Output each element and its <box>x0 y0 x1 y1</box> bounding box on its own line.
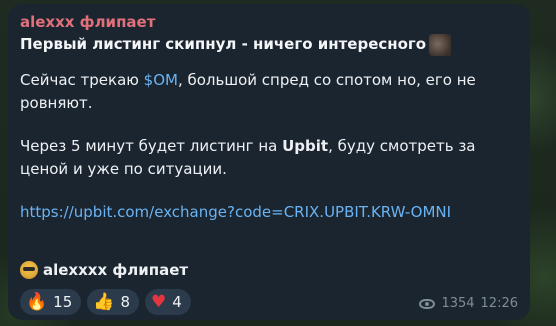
thumbs-up-icon: 👍 <box>93 291 115 312</box>
heart-icon: ♥ <box>150 291 167 312</box>
reaction-fire[interactable]: 🔥 15 <box>20 289 82 315</box>
eye-icon <box>419 298 436 309</box>
message-bubble: alexxx флипает Первый листинг скипнул - … <box>8 4 530 320</box>
upbit-link[interactable]: https://upbit.com/exchange?code=CRIX.UPB… <box>20 203 451 221</box>
post-headline-text: Первый листинг скипнул - ничего интересн… <box>20 34 427 53</box>
reaction-heart[interactable]: ♥ 4 <box>144 289 191 315</box>
p2-text-a: Через 5 минут будет листинг на <box>20 137 283 155</box>
message-time: 12:26 <box>480 296 518 311</box>
reactions-bar: 🔥 15 👍 8 ♥ 4 <box>20 289 191 315</box>
message-meta: 1354 12:26 <box>419 296 518 311</box>
reaction-count: 15 <box>53 293 73 311</box>
signature-text: alexxxx флипает <box>43 261 189 279</box>
custom-emoji-icon <box>429 34 452 56</box>
reaction-count: 8 <box>120 293 130 311</box>
exchange-name: Upbit <box>282 137 329 155</box>
ticker-cashtag[interactable]: $OM <box>144 71 178 89</box>
p1-text-a: Сейчас трекаю <box>20 71 144 89</box>
post-paragraph-2: Через 5 минут будет листинг на Upbit, бу… <box>20 135 518 181</box>
view-count: 1354 <box>441 296 475 311</box>
fire-icon: 🔥 <box>26 291 48 312</box>
post-signature: alexxxx флипает <box>20 261 188 279</box>
post-paragraph-1: Сейчас трекаю $OM, большой спред со спот… <box>20 69 518 115</box>
sunglasses-emoji-icon <box>20 261 38 279</box>
channel-author-name[interactable]: alexxx флипает <box>20 13 518 32</box>
reaction-count: 4 <box>172 293 182 311</box>
post-paragraph-3: https://upbit.com/exchange?code=CRIX.UPB… <box>20 201 518 224</box>
reaction-thumbs-up[interactable]: 👍 8 <box>87 289 139 315</box>
post-headline: Первый листинг скипнул - ничего интересн… <box>20 33 518 56</box>
